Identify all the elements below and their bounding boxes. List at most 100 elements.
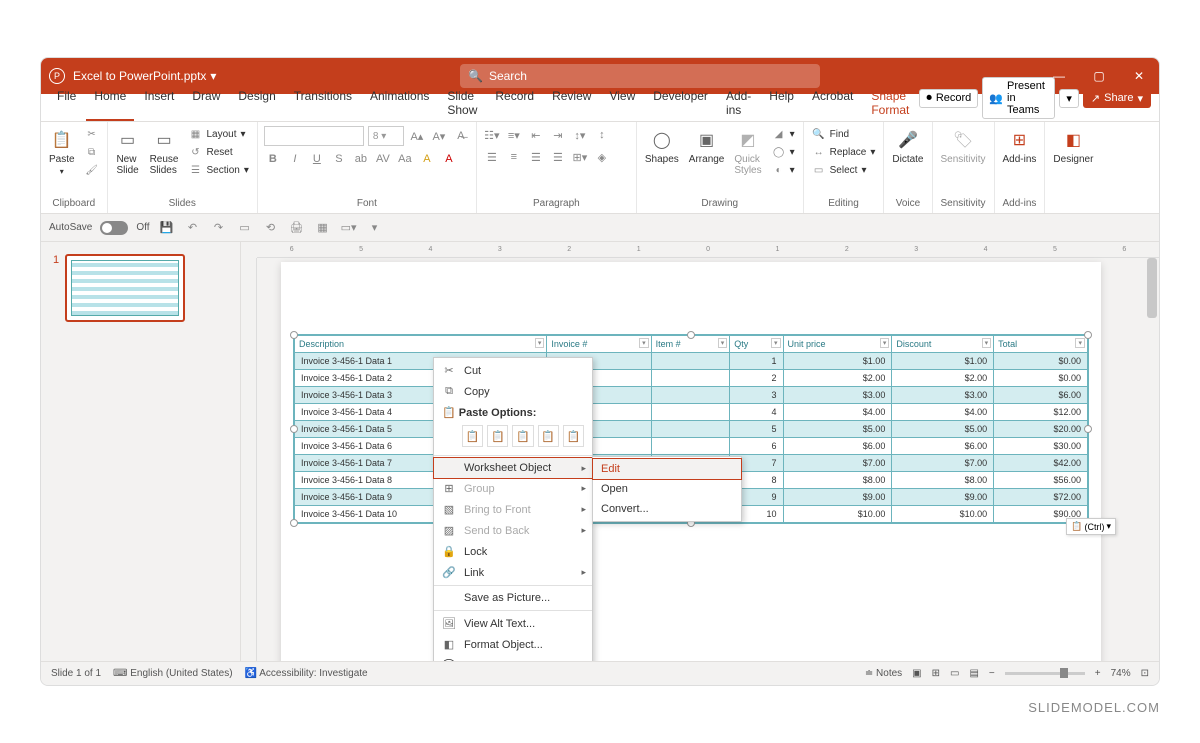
table-row[interactable]: Invoice 3-456-1 Data 23-4562$2.00$2.00$0… (295, 370, 1088, 387)
tab-transitions[interactable]: Transitions (286, 85, 360, 121)
table-row[interactable]: Invoice 3-456-1 Data 63-4566$6.00$6.00$3… (295, 438, 1088, 455)
bold-button[interactable]: B (264, 150, 282, 168)
resize-handle-icon[interactable] (1084, 425, 1092, 433)
slide-thumbnail-1[interactable] (65, 254, 185, 322)
columns-button[interactable]: ⊞▾ (571, 148, 589, 166)
shape-outline-button[interactable]: ◯▾ (770, 144, 797, 160)
shadow-button[interactable]: ab (352, 150, 370, 168)
decrease-font-icon[interactable]: A▾ (430, 127, 448, 145)
font-family-select[interactable] (264, 126, 364, 146)
new-slide-button[interactable]: ▭New Slide (114, 126, 142, 178)
align-left-button[interactable]: ☰ (483, 148, 501, 166)
language-indicator[interactable]: ⌨ English (United States) (113, 668, 233, 679)
ribbon-mode-button[interactable]: ▾ (1059, 89, 1079, 108)
cm-save-picture[interactable]: Save as Picture... (434, 588, 592, 608)
table-row[interactable]: Invoice 3-456-1 Data 53-4565$5.00$5.00$2… (295, 421, 1088, 438)
tab-add-ins[interactable]: Add-ins (718, 85, 759, 121)
format-painter-button[interactable]: 🖌 (83, 162, 101, 178)
tab-shape-format[interactable]: Shape Format (863, 85, 917, 121)
resize-handle-icon[interactable] (1084, 331, 1092, 339)
table-header[interactable]: Description▾ (295, 336, 547, 353)
case-button[interactable]: Aa (396, 150, 414, 168)
qat-icon-2[interactable]: ⟲ (262, 219, 280, 237)
cm-format-object[interactable]: ◧Format Object... (434, 634, 592, 655)
shape-fill-button[interactable]: ◢▾ (770, 126, 797, 142)
tab-file[interactable]: File (49, 85, 84, 121)
paste-option-4[interactable]: 📋 (538, 425, 559, 447)
italic-button[interactable]: I (286, 150, 304, 168)
vertical-scrollbar[interactable] (1145, 258, 1159, 661)
align-center-button[interactable]: ≡ (505, 148, 523, 166)
table-row[interactable]: Invoice 3-456-1 Data 13-4561$1.00$1.00$0… (295, 353, 1088, 370)
shape-effects-button[interactable]: ◐▾ (770, 162, 797, 178)
font-size-select[interactable]: 8 ▾ (368, 126, 404, 146)
cm-copy[interactable]: ⧉Copy (434, 381, 592, 402)
numbering-button[interactable]: ≡▾ (505, 126, 523, 144)
cm-lock[interactable]: 🔒Lock (434, 541, 592, 562)
resize-handle-icon[interactable] (290, 425, 298, 433)
undo-icon[interactable]: ↶ (184, 219, 202, 237)
find-button[interactable]: 🔍Find (810, 126, 878, 142)
replace-button[interactable]: ↔Replace ▾ (810, 144, 878, 160)
table-header[interactable]: Discount▾ (892, 336, 994, 353)
paste-options-badge[interactable]: 📋 (Ctrl) ▾ (1066, 518, 1116, 535)
table-row[interactable]: Invoice 3-456-1 Data 33-4563$3.00$3.00$6… (295, 387, 1088, 404)
zoom-level[interactable]: 74% (1111, 668, 1131, 679)
paste-button[interactable]: 📋Paste▾ (47, 126, 77, 178)
paste-option-1[interactable]: 📋 (462, 425, 483, 447)
tab-acrobat[interactable]: Acrobat (804, 85, 861, 121)
tab-animations[interactable]: Animations (362, 85, 437, 121)
tab-insert[interactable]: Insert (136, 85, 182, 121)
present-in-teams-button[interactable]: 👥 Present in Teams (982, 77, 1055, 119)
record-button[interactable]: ⏺ Record (919, 89, 978, 108)
select-button[interactable]: ▭Select ▾ (810, 162, 878, 178)
submenu-open[interactable]: Open (593, 479, 741, 499)
autosave-toggle[interactable] (100, 221, 128, 235)
cm-worksheet-object[interactable]: Worksheet Object▸ Edit Open Convert... (433, 457, 593, 479)
table-header[interactable]: Qty▾ (730, 336, 783, 353)
paste-option-5[interactable]: 📋 (563, 425, 584, 447)
table-header[interactable]: Total▾ (994, 336, 1088, 353)
reset-button[interactable]: ↺Reset (186, 144, 250, 160)
view-reading-icon[interactable]: ▭ (950, 668, 959, 679)
tab-slide-show[interactable]: Slide Show (439, 85, 485, 121)
quick-styles-button[interactable]: ◩Quick Styles (732, 126, 763, 178)
qat-icon-4[interactable]: ▦ (314, 219, 332, 237)
smartart-button[interactable]: ◈ (593, 148, 611, 166)
document-title[interactable]: Excel to PowerPoint.pptx▾ (73, 69, 216, 83)
cut-button[interactable]: ✂ (83, 126, 101, 142)
view-slideshow-icon[interactable]: ▤ (969, 668, 978, 679)
designer-button[interactable]: ◧Designer (1051, 126, 1095, 167)
tab-help[interactable]: Help (761, 85, 802, 121)
line-spacing-button[interactable]: ↕▾ (571, 126, 589, 144)
submenu-edit[interactable]: Edit (592, 458, 742, 480)
align-right-button[interactable]: ☰ (527, 148, 545, 166)
zoom-out-icon[interactable]: − (989, 668, 995, 679)
resize-handle-icon[interactable] (290, 331, 298, 339)
arrange-button[interactable]: ▣Arrange (687, 126, 727, 167)
qat-more-icon[interactable]: ▾ (366, 219, 384, 237)
tab-developer[interactable]: Developer (645, 85, 716, 121)
qat-icon-3[interactable]: 🖨 (288, 219, 306, 237)
paste-option-3[interactable]: 📋 (512, 425, 533, 447)
fit-window-icon[interactable]: ⊡ (1141, 668, 1149, 679)
layout-button[interactable]: ▦Layout ▾ (186, 126, 250, 142)
bullets-button[interactable]: ☷▾ (483, 126, 501, 144)
cm-alt-text[interactable]: 🖼View Alt Text... (434, 613, 592, 634)
resize-handle-icon[interactable] (290, 519, 298, 527)
tab-view[interactable]: View (601, 85, 643, 121)
save-icon[interactable]: 💾 (158, 219, 176, 237)
indent-left-button[interactable]: ⇤ (527, 126, 545, 144)
clear-format-icon[interactable]: A̶ (452, 127, 470, 145)
share-button[interactable]: ↗ Share ▾ (1083, 89, 1151, 108)
qat-icon-1[interactable]: ▭ (236, 219, 254, 237)
table-row[interactable]: Invoice 3-456-1 Data 43-4564$4.00$4.00$1… (295, 404, 1088, 421)
cm-new-comment[interactable]: 💬New Comment (434, 655, 592, 661)
cm-link[interactable]: 🔗Link▸ (434, 562, 592, 583)
shapes-button[interactable]: ◯Shapes (643, 126, 681, 167)
text-direction-button[interactable]: ↕ (593, 126, 611, 144)
table-header[interactable]: Invoice #▾ (547, 336, 651, 353)
view-sorter-icon[interactable]: ⊞ (932, 668, 940, 679)
cm-cut[interactable]: ✂Cut (434, 360, 592, 381)
justify-button[interactable]: ☰ (549, 148, 567, 166)
